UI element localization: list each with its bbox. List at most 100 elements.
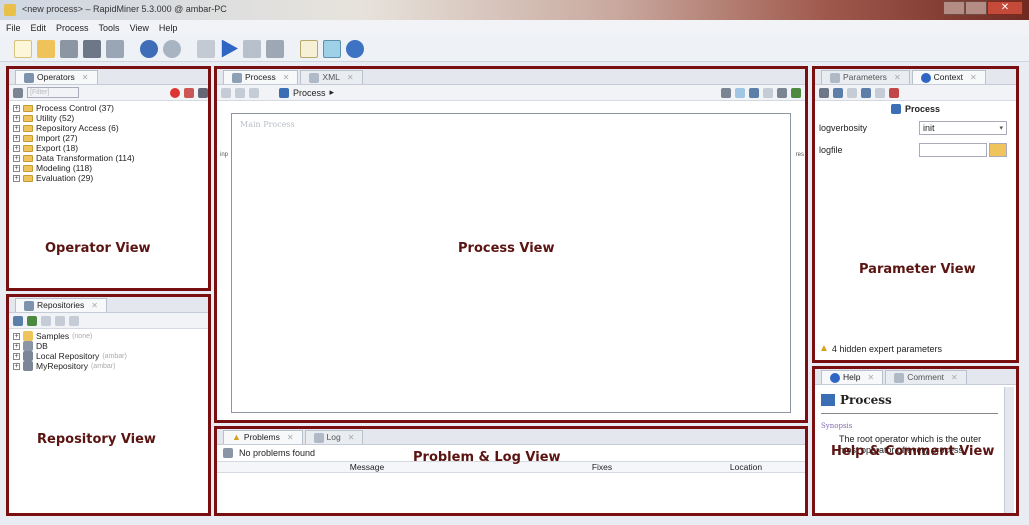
menu-process[interactable]: Process xyxy=(56,20,89,36)
window-controls: ✕ xyxy=(943,1,1023,15)
save-icon[interactable] xyxy=(60,39,78,58)
list-item[interactable]: + Import (27) xyxy=(13,133,204,143)
rename-icon[interactable] xyxy=(861,87,871,98)
hidden-parameters-note[interactable]: ▲ 4 hidden expert parameters xyxy=(819,343,942,354)
expert-mode-icon[interactable] xyxy=(833,87,843,98)
filter-icon[interactable] xyxy=(184,87,194,98)
column-location[interactable]: Location xyxy=(687,462,805,472)
back-arrow-icon[interactable] xyxy=(221,87,231,98)
list-item[interactable]: + Samples (none) xyxy=(13,331,204,341)
comment-icon xyxy=(894,372,905,383)
delete-icon[interactable] xyxy=(69,315,79,326)
tab-repositories[interactable]: Repositories ✕ xyxy=(15,298,107,312)
list-item[interactable]: + Utility (52) xyxy=(13,113,204,123)
forward-arrow-icon[interactable] xyxy=(235,87,245,98)
up-arrow-icon[interactable] xyxy=(249,87,259,98)
back-icon[interactable] xyxy=(197,39,215,58)
help-heading-text: Process xyxy=(840,393,892,407)
logverbosity-value: init xyxy=(923,123,935,133)
fit-icon[interactable] xyxy=(763,87,773,98)
pause-icon[interactable] xyxy=(243,39,261,58)
minimize-button[interactable] xyxy=(943,1,965,15)
info-icon[interactable] xyxy=(346,39,364,58)
list-item[interactable]: + Local Repository (ambar) xyxy=(13,351,204,361)
tab-problems-label: Problems xyxy=(243,432,280,442)
export-icon[interactable] xyxy=(791,87,801,98)
tab-problems[interactable]: ▲ Problems ✕ xyxy=(223,430,303,444)
help-comment-view-label: Help & Comment View xyxy=(831,444,995,459)
menu-edit[interactable]: Edit xyxy=(31,20,47,36)
arrange-icon[interactable] xyxy=(735,87,745,98)
help-scrollbar[interactable] xyxy=(1004,387,1014,513)
list-item[interactable]: + Repository Access (6) xyxy=(13,123,204,133)
folder-open-icon[interactable] xyxy=(989,143,1007,157)
tab-operators[interactable]: Operators ✕ xyxy=(15,70,98,84)
connect-icon[interactable] xyxy=(749,87,759,98)
open-icon[interactable] xyxy=(37,39,55,58)
folder-icon xyxy=(23,134,33,142)
enable-icon[interactable] xyxy=(847,87,857,98)
window-title: <new process> – RapidMiner 5.3.000 @ amb… xyxy=(22,4,227,14)
add-repository-icon[interactable] xyxy=(13,315,23,326)
list-item[interactable]: + Evaluation (29) xyxy=(13,173,204,183)
list-item[interactable]: + MyRepository (ambar) xyxy=(13,361,204,371)
tab-repositories-label: Repositories xyxy=(37,300,85,310)
no-problems-icon xyxy=(223,448,233,458)
chevron-down-icon: ▾ xyxy=(999,125,1003,132)
auto-wire-icon[interactable] xyxy=(721,87,731,98)
breakpoint-icon[interactable] xyxy=(875,87,885,98)
undo-icon[interactable] xyxy=(140,39,158,58)
operator-info-icon[interactable] xyxy=(819,87,829,98)
refresh-icon[interactable] xyxy=(41,315,51,326)
list-item[interactable]: + Data Transformation (114) xyxy=(13,153,204,163)
menu-help[interactable]: Help xyxy=(159,20,178,36)
tab-context-label: Context xyxy=(933,72,963,82)
maximize-button[interactable] xyxy=(965,1,987,15)
context-icon xyxy=(920,72,931,83)
chevron-right-icon: ▸ xyxy=(329,87,335,97)
clear-filter-icon[interactable] xyxy=(170,87,180,98)
tab-parameters[interactable]: Parameters ✕ xyxy=(821,70,910,84)
list-item[interactable]: + Process Control (37) xyxy=(13,103,204,113)
notes-icon[interactable] xyxy=(300,39,318,58)
folder-icon xyxy=(23,144,33,152)
redo-icon[interactable] xyxy=(163,39,181,58)
folder-icon xyxy=(23,104,33,112)
new-icon[interactable] xyxy=(14,39,32,58)
print-icon[interactable] xyxy=(106,39,124,58)
tab-xml[interactable]: XML ✕ xyxy=(300,70,363,84)
stop-icon[interactable] xyxy=(266,39,284,58)
list-item[interactable]: + Modeling (118) xyxy=(13,163,204,173)
close-button[interactable]: ✕ xyxy=(987,1,1023,15)
sort-icon[interactable] xyxy=(198,87,208,98)
menu-file[interactable]: File xyxy=(6,20,21,36)
save-as-icon[interactable] xyxy=(83,39,101,58)
logfile-row: logfile xyxy=(815,139,1016,161)
menu-view[interactable]: View xyxy=(130,20,149,36)
tab-log[interactable]: Log ✕ xyxy=(304,430,364,444)
input-port[interactable]: inp xyxy=(220,152,228,158)
tab-process[interactable]: Process ✕ xyxy=(223,70,299,84)
log-icon xyxy=(313,432,324,443)
run-icon[interactable] xyxy=(221,39,238,58)
tab-help[interactable]: Help ✕ xyxy=(821,370,884,384)
import-icon[interactable] xyxy=(27,315,37,326)
process-tab-icon xyxy=(232,72,242,83)
logverbosity-select[interactable]: init ▾ xyxy=(919,121,1007,135)
list-item[interactable]: + Export (18) xyxy=(13,143,204,153)
print-process-icon[interactable] xyxy=(777,87,787,98)
new-operator-icon[interactable] xyxy=(13,87,23,98)
tab-context[interactable]: Context ✕ xyxy=(911,70,986,84)
copy-icon[interactable] xyxy=(55,315,65,326)
operator-filter-input[interactable]: [Filter] xyxy=(27,87,79,98)
menu-tools[interactable]: Tools xyxy=(99,20,120,36)
wizard-icon[interactable] xyxy=(323,39,341,58)
process-view-label: Process View xyxy=(458,241,555,256)
breadcrumb[interactable]: Process xyxy=(293,88,326,98)
logfile-input[interactable] xyxy=(919,143,987,157)
tab-comment[interactable]: Comment ✕ xyxy=(885,370,967,384)
list-item[interactable]: + DB xyxy=(13,341,204,351)
process-canvas[interactable]: Main Process inp res Process View xyxy=(220,113,804,413)
result-port[interactable]: res xyxy=(796,152,804,158)
delete-operator-icon[interactable] xyxy=(889,87,899,98)
